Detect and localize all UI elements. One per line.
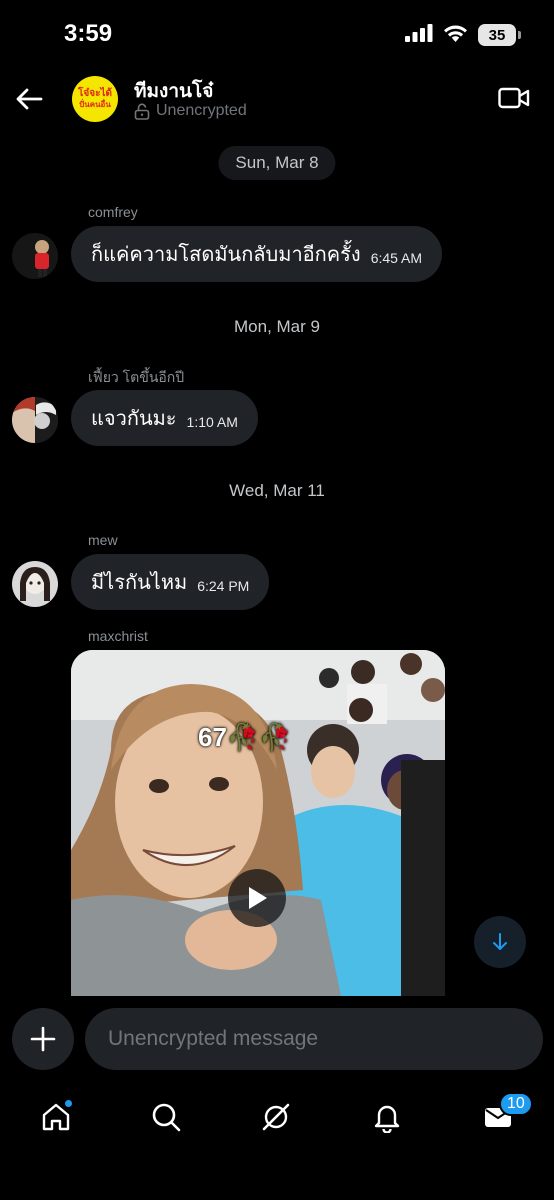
avatar-text-line2: ปั่นคนอื่น <box>79 100 111 109</box>
date-separator: Wed, Mar 11 <box>229 481 325 500</box>
add-attachment-button[interactable] <box>12 1008 74 1070</box>
scroll-to-bottom-button[interactable] <box>474 916 526 968</box>
video-overlay-caption: 67🥀🥀 <box>198 722 292 752</box>
group-avatar[interactable]: โจ๋จะได้ ปั่นคนอื่น <box>72 76 118 122</box>
unlocked-icon <box>134 103 150 120</box>
conversation-header: โจ๋จะได้ ปั่นคนอื่น ทีมงานโจ๋ Unencrypte… <box>0 68 554 132</box>
video-message[interactable]: 67🥀🥀 <box>71 650 445 996</box>
message-bubble[interactable]: ก็แค่ความโสดมันกลับมาอีกครั้ง 6:45 AM <box>71 226 443 282</box>
arrow-down-icon <box>493 933 507 950</box>
signal-icon <box>405 24 433 46</box>
message-time: 1:10 AM <box>186 414 238 430</box>
video-camera-icon <box>498 87 530 109</box>
play-icon <box>249 887 267 909</box>
search-icon <box>152 1103 181 1132</box>
messages-badge: 10 <box>499 1092 533 1116</box>
video-thumbnail <box>71 650 445 996</box>
encryption-status: Unencrypted <box>134 102 247 120</box>
date-separator: Sun, Mar 8 <box>218 146 336 180</box>
grok-icon <box>262 1103 290 1131</box>
message-bubble[interactable]: แจวกันมะ 1:10 AM <box>71 390 258 446</box>
status-time: 3:59 <box>64 20 113 47</box>
message-composer[interactable] <box>85 1008 543 1070</box>
sender-name: mew <box>88 532 118 548</box>
battery-icon: 35 <box>478 24 521 46</box>
message-time: 6:45 AM <box>370 250 423 266</box>
avatar[interactable] <box>12 561 58 607</box>
plus-icon <box>30 1026 56 1052</box>
bell-icon <box>374 1105 400 1133</box>
encryption-label: Unencrypted <box>156 102 247 119</box>
message-input[interactable] <box>108 1027 543 1051</box>
nav-search[interactable] <box>143 1094 189 1140</box>
avatar[interactable] <box>12 233 58 279</box>
date-separator: Mon, Mar 9 <box>234 317 320 336</box>
bottom-navigation: 10 <box>0 1082 554 1200</box>
status-icons: 35 <box>405 24 521 46</box>
message-text: แจวกันมะ <box>91 406 177 430</box>
video-call-button[interactable] <box>496 82 532 114</box>
sender-name: comfrey <box>88 204 138 220</box>
message-bubble[interactable]: มีไรกันไหม 6:24 PM <box>71 554 270 610</box>
message-text: ก็แค่ความโสดมันกลับมาอีกครั้ง <box>91 242 361 266</box>
arrow-left-icon <box>16 88 43 110</box>
sender-name: maxchrist <box>88 628 148 644</box>
sender-name: เฟี้ยว โตขึ้นอีกปี <box>88 369 185 385</box>
nav-home[interactable] <box>33 1094 79 1140</box>
wifi-icon <box>443 24 468 46</box>
avatar-text-line1: โจ๋จะได้ <box>78 88 112 99</box>
message-time: 6:24 PM <box>197 578 250 594</box>
nav-grok[interactable] <box>253 1094 299 1140</box>
notification-dot <box>64 1099 73 1108</box>
back-button[interactable] <box>10 80 48 118</box>
avatar[interactable] <box>12 397 58 443</box>
nav-messages[interactable]: 10 <box>475 1092 533 1140</box>
play-button[interactable] <box>228 869 286 927</box>
status-bar: 3:59 35 <box>0 0 554 68</box>
nav-notifications[interactable] <box>364 1094 410 1140</box>
message-text: มีไรกันไหม <box>91 570 188 594</box>
